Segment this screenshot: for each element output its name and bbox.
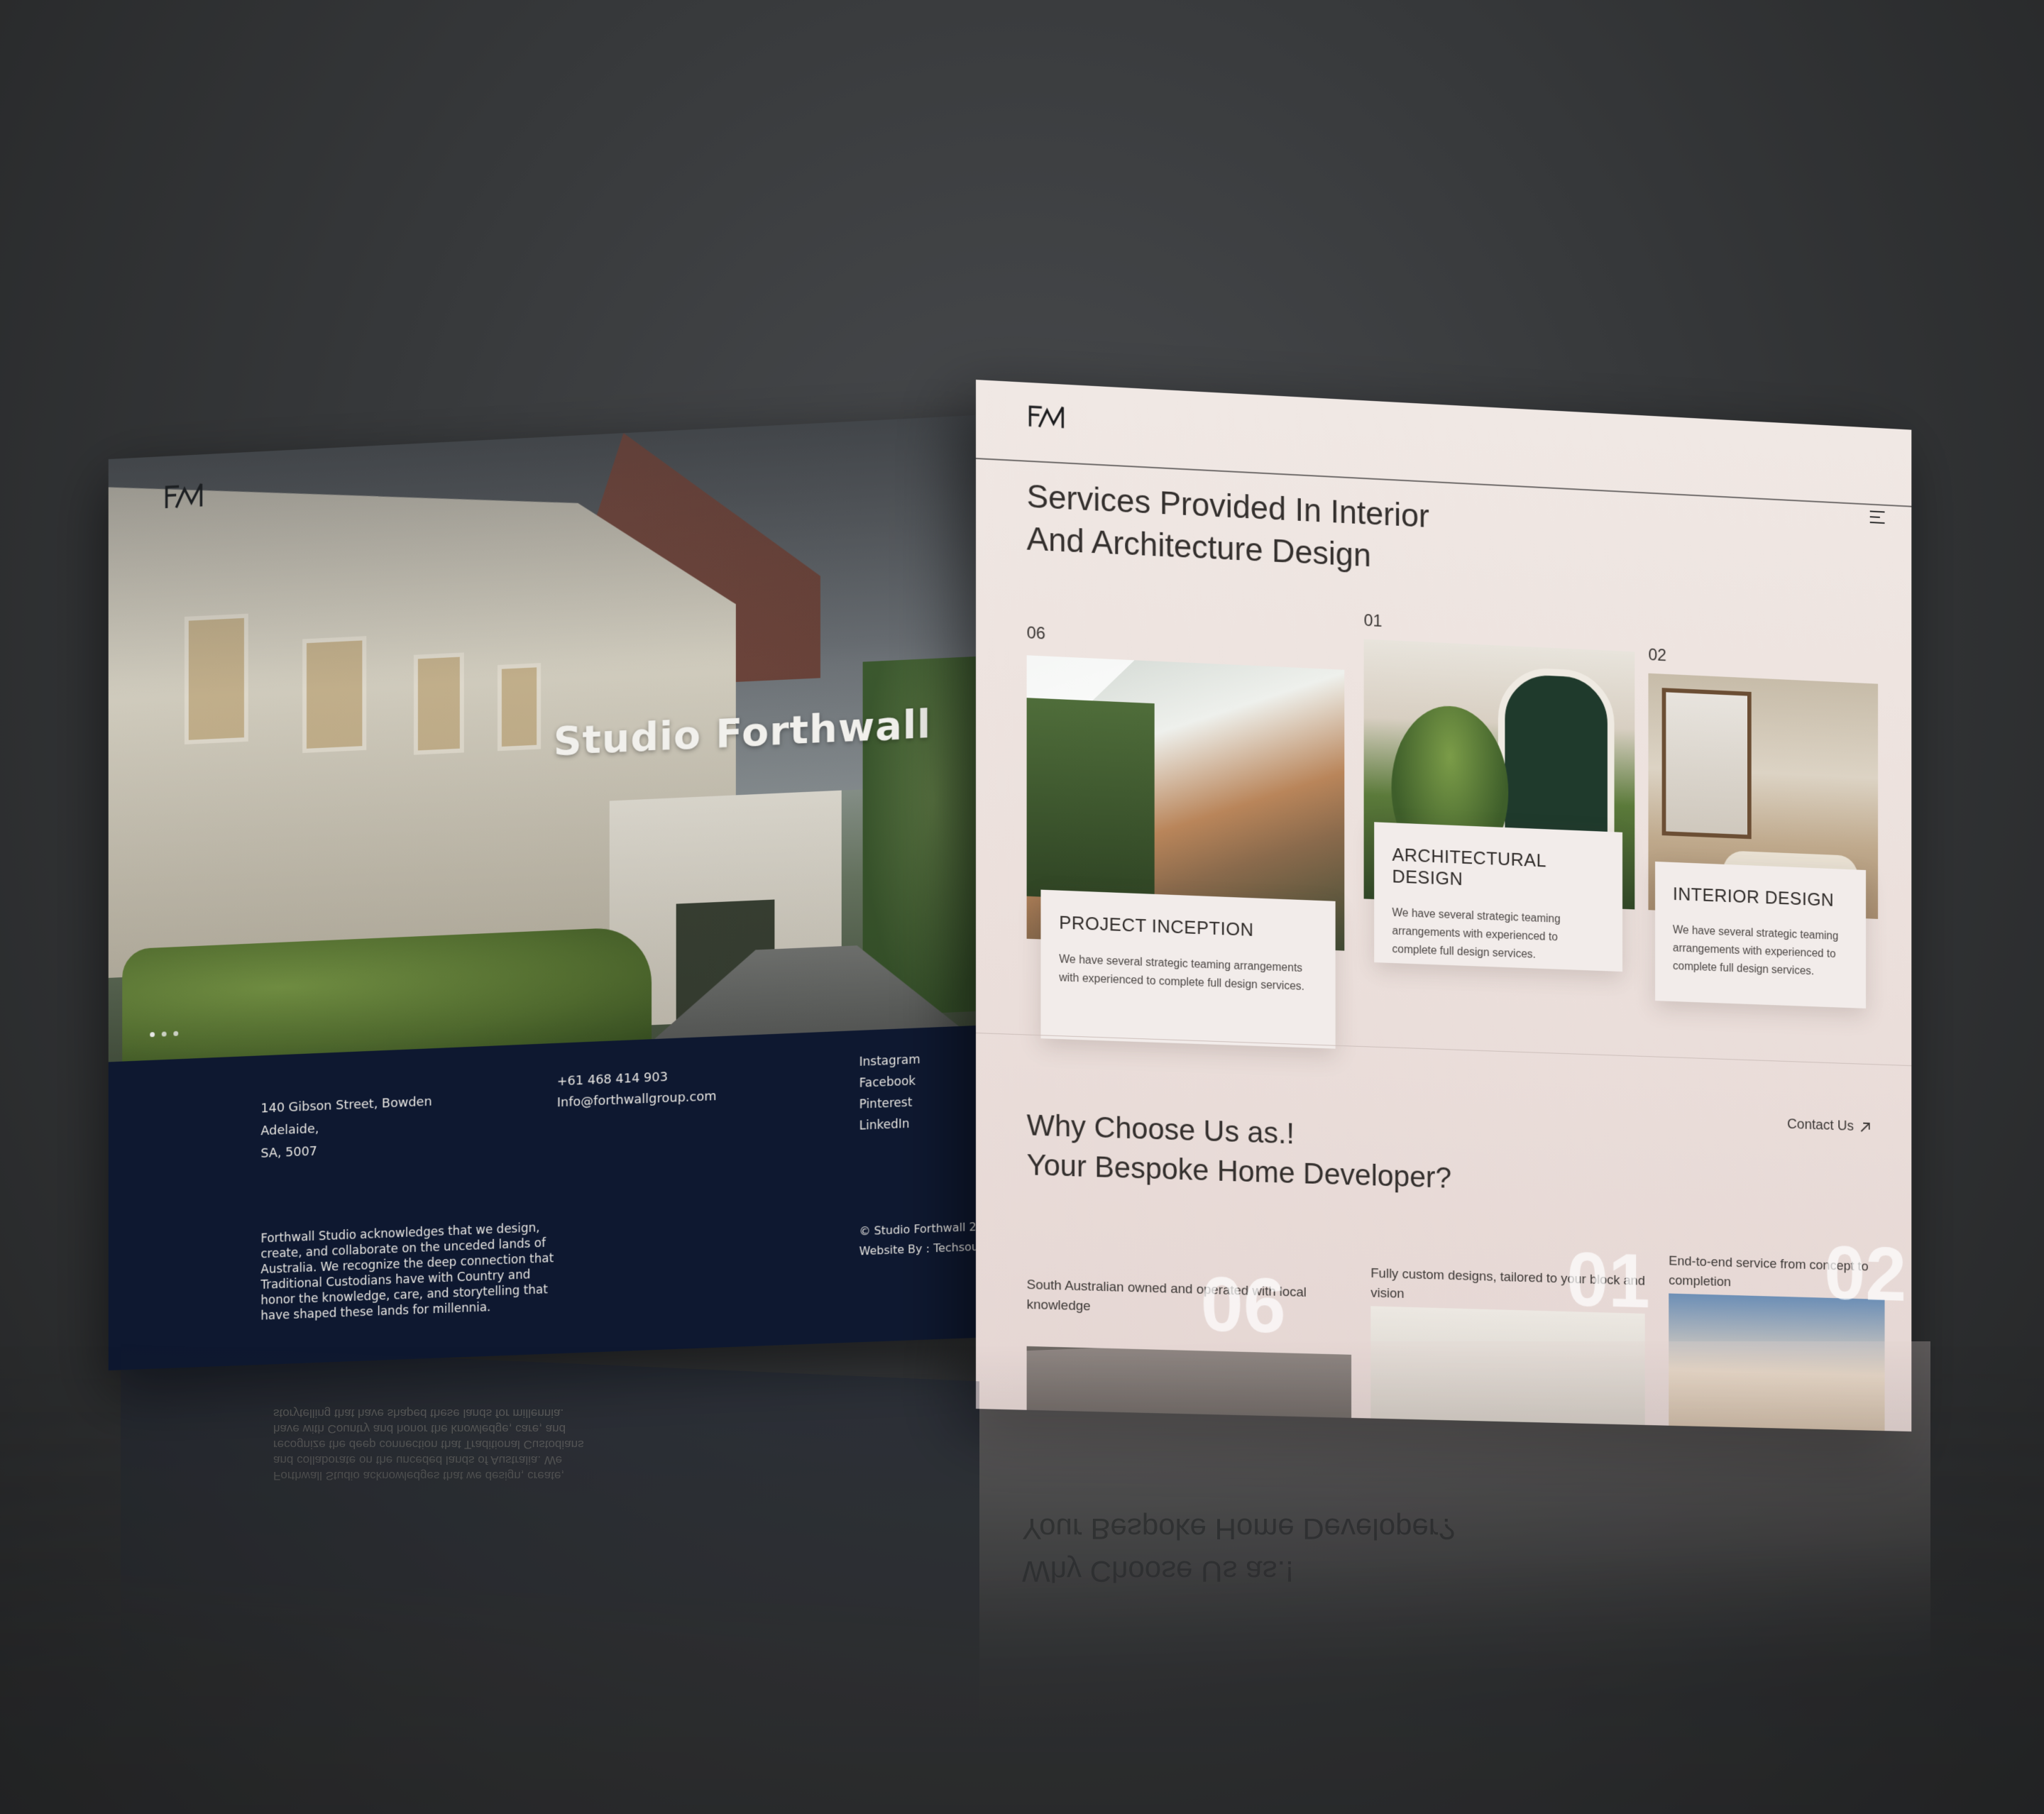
hamburger-menu-icon[interactable] [1869,510,1885,524]
feature-text: South Australian owned and operated with… [1026,1277,1307,1314]
service-number: 06 [1026,623,1046,644]
service-title: ARCHITECTURAL DESIGN [1392,843,1546,890]
why-choose-heading: Why Choose Us as.! Your Bespoke Home Dev… [1027,1105,1452,1197]
service-card: PROJECT INCEPTION We have several strate… [1040,889,1336,1049]
slider-dot[interactable] [161,1031,167,1037]
credit-link[interactable]: Website By : Techsou [859,1237,984,1262]
slider-dot[interactable] [150,1032,155,1038]
service-description: We have several strategic teaming arrang… [1672,924,1839,978]
slider-dot[interactable] [173,1030,179,1036]
reflection-text: Why Choose Us as.! [1022,1555,1294,1588]
service-description: We have several strategic teaming arrang… [1392,906,1561,961]
feature-number: 01 [1566,1236,1650,1324]
service-title: PROJECT INCEPTION [1059,911,1254,940]
hero-section: Studio Forthwall [108,415,977,1062]
social-link-pinterest[interactable]: Pinterest [859,1092,921,1115]
acknowledgement-text: Forthwall Studio acknowledges that we de… [260,1221,554,1324]
footer-address: 140 Gibson Street, Bowden Adelaide, SA, … [260,1091,432,1165]
reflection-left [121,1343,979,1708]
logo-fw-icon[interactable] [1029,404,1065,430]
social-link-linkedin[interactable]: LinkedIn [859,1113,921,1136]
contact-us-link[interactable]: Contact Us [1787,1116,1871,1135]
feature-number: 06 [1200,1260,1286,1350]
feature-image [1370,1306,1645,1432]
social-link-facebook[interactable]: Facebook [859,1070,921,1094]
reflection-text: Your Bespoke Home Developer? [1022,1512,1456,1546]
service-card: INTERIOR DESIGN We have several strategi… [1655,861,1867,1008]
feature-number: 02 [1824,1230,1907,1318]
services-heading: Services Provided In Interior And Archit… [1027,475,1429,579]
section-divider [976,1033,1912,1067]
feature-image [1026,1346,1352,1432]
services-page-mockup: Services Provided In Interior And Archit… [976,380,1912,1432]
service-number: 01 [1363,610,1383,631]
social-link-instagram[interactable]: Instagram [859,1049,921,1073]
logo-fw-icon[interactable] [165,483,203,510]
reflection-text: Forthwall Studio acknowledges that we de… [273,1407,584,1483]
service-description: We have several strategic teaming arrang… [1059,953,1304,993]
footer-contact: +61 468 414 903 Info@forthwallgroup.com [557,1065,717,1114]
arrow-up-right-icon [1859,1121,1872,1133]
service-card: ARCHITECTURAL DESIGN We have several str… [1374,822,1623,972]
contact-us-label: Contact Us [1787,1116,1855,1134]
home-page-mockup: Studio Forthwall 140 Gibson Street, Bowd… [108,415,984,1370]
site-footer: 140 Gibson Street, Bowden Adelaide, SA, … [108,1026,984,1370]
mockup-scene: Studio Forthwall 140 Gibson Street, Bowd… [0,0,2044,1814]
footer-social-links: Instagram Facebook Pinterest LinkedIn [859,1049,921,1136]
footer-copyright: © Studio Forthwall 20 Website By : Techs… [859,1217,984,1262]
service-title: INTERIOR DESIGN [1672,883,1835,911]
service-number: 02 [1648,645,1667,666]
